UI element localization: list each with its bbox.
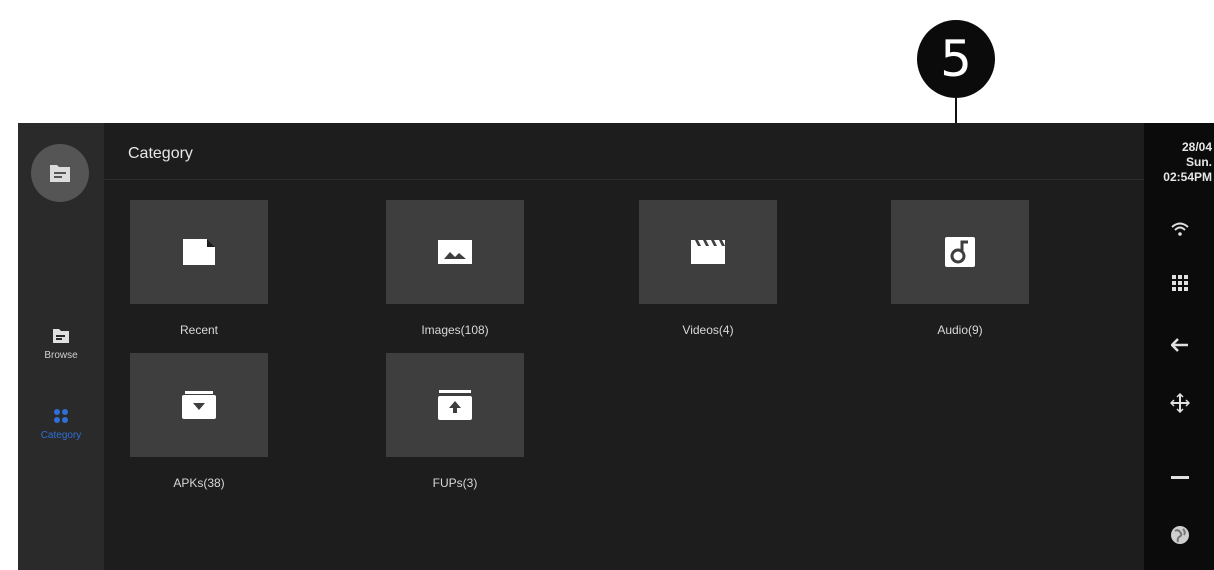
- upload-box-icon: [438, 390, 472, 420]
- nav-label-browse: Browse: [44, 350, 78, 361]
- folder-icon: [53, 329, 69, 343]
- file-icon: [183, 239, 215, 265]
- tile-label: APKs(38): [173, 476, 225, 490]
- image-icon: [438, 240, 472, 264]
- wifi-button[interactable]: [1168, 217, 1192, 241]
- move-button[interactable]: [1168, 391, 1192, 415]
- tile-apks[interactable]: APKs(38): [130, 353, 268, 490]
- clapper-icon: [691, 240, 725, 264]
- nav-item-category[interactable]: Category: [18, 408, 104, 441]
- apps-button[interactable]: [1168, 271, 1192, 295]
- tile-label: Recent: [179, 323, 219, 337]
- back-button[interactable]: [1168, 333, 1192, 357]
- nav-label-category: Category: [40, 430, 82, 441]
- apps-icon: [1172, 275, 1188, 291]
- nav-item-browse[interactable]: Browse: [18, 327, 104, 361]
- folder-logo-icon: [50, 165, 70, 182]
- tile-label: Images(108): [421, 323, 489, 337]
- clock: 28/04 Sun. 02:54PM: [1163, 140, 1212, 185]
- wifi-icon: [1171, 222, 1189, 236]
- left-nav: Browse Category: [18, 123, 104, 570]
- header-divider: [104, 179, 1144, 180]
- download-box-icon: [182, 391, 216, 419]
- clock-day: Sun.: [1186, 155, 1212, 169]
- main-content: Category Recent Images(108) Videos(4) Au…: [104, 123, 1144, 570]
- status-bar: 28/04 Sun. 02:54PM: [1144, 123, 1214, 570]
- tile-label: FUPs(3): [432, 476, 478, 490]
- clock-time: 02:54PM: [1163, 170, 1212, 184]
- back-icon: [1171, 338, 1188, 352]
- page-title: Category: [128, 145, 193, 162]
- app-logo: [31, 144, 89, 202]
- tile-recent[interactable]: Recent: [130, 200, 268, 337]
- minus-icon: [1171, 476, 1189, 479]
- grid-icon: [54, 409, 68, 423]
- globe-icon: [1171, 526, 1189, 544]
- globe-button[interactable]: [1168, 523, 1192, 547]
- tile-label: Videos(4): [682, 323, 734, 337]
- callout-number: 5: [940, 30, 972, 88]
- tile-audio[interactable]: Audio(9): [891, 200, 1029, 337]
- callout-badge: 5: [917, 20, 995, 98]
- clock-date: 28/04: [1181, 140, 1212, 154]
- move-icon: [1170, 393, 1190, 413]
- tile-label: Audio(9): [937, 323, 983, 337]
- tile-images[interactable]: Images(108): [386, 200, 524, 337]
- tile-videos[interactable]: Videos(4): [639, 200, 777, 337]
- music-icon: [945, 237, 975, 267]
- tile-fups[interactable]: FUPs(3): [386, 353, 524, 490]
- minimize-button[interactable]: [1168, 466, 1192, 490]
- device-screen: Browse Category Category Recent Images(1…: [18, 123, 1214, 570]
